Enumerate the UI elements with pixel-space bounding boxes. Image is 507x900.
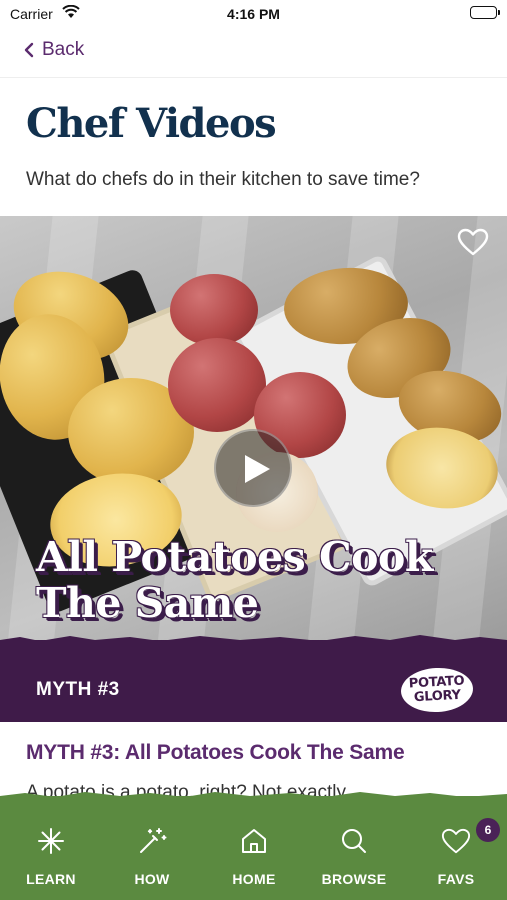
video-overlay-title: All Potatoes Cook The Same: [36, 534, 433, 626]
page-title: Chef Videos: [26, 100, 277, 147]
logo-line: GLORY: [413, 687, 462, 706]
favs-count-badge: 6: [476, 818, 500, 842]
back-button[interactable]: Back: [24, 39, 84, 61]
clock: 4:16 PM: [227, 6, 280, 22]
myth-label: MYTH #3: [36, 679, 120, 700]
heart-outline-icon: [457, 228, 489, 260]
favorite-button[interactable]: [457, 228, 489, 261]
tab-browse[interactable]: BROWSE: [309, 826, 399, 887]
status-bar: Carrier 4:16 PM: [0, 0, 507, 30]
video-card[interactable]: All Potatoes Cook The Same MYTH #3 POTAT…: [0, 216, 507, 722]
myth-band: MYTH #3 POTATO GLORY: [0, 635, 507, 722]
tab-home[interactable]: HOME: [209, 826, 299, 887]
article-title[interactable]: MYTH #3: All Potatoes Cook The Same: [26, 741, 405, 765]
sparkle-icon: [36, 826, 66, 861]
magic-wand-icon: [137, 826, 167, 861]
video-overlay-title-line: All Potatoes Cook: [36, 533, 433, 581]
home-icon: [239, 826, 269, 861]
heart-icon: [441, 826, 471, 861]
search-icon: [339, 826, 369, 861]
tab-label: HOW: [134, 871, 170, 887]
tab-label: FAVS: [437, 871, 475, 887]
play-button[interactable]: [214, 429, 292, 507]
video-overlay-title-line: The Same: [36, 579, 259, 627]
battery-icon: [470, 6, 500, 19]
potato-glory-logo: POTATO GLORY: [399, 666, 475, 714]
tab-label: HOME: [232, 871, 276, 887]
navigation-bar: Back: [0, 30, 507, 78]
tab-label: BROWSE: [321, 871, 387, 887]
chevron-left-icon: [24, 42, 34, 58]
tab-bar: LEARN HOW HOME BROWSE FAVS: [0, 792, 507, 900]
page-subtitle: What do chefs do in their kitchen to sav…: [26, 169, 420, 190]
tab-learn[interactable]: LEARN: [6, 826, 96, 887]
tab-label: LEARN: [26, 871, 76, 887]
play-icon: [245, 455, 270, 483]
tab-how[interactable]: HOW: [107, 826, 197, 887]
back-label: Back: [42, 39, 85, 60]
